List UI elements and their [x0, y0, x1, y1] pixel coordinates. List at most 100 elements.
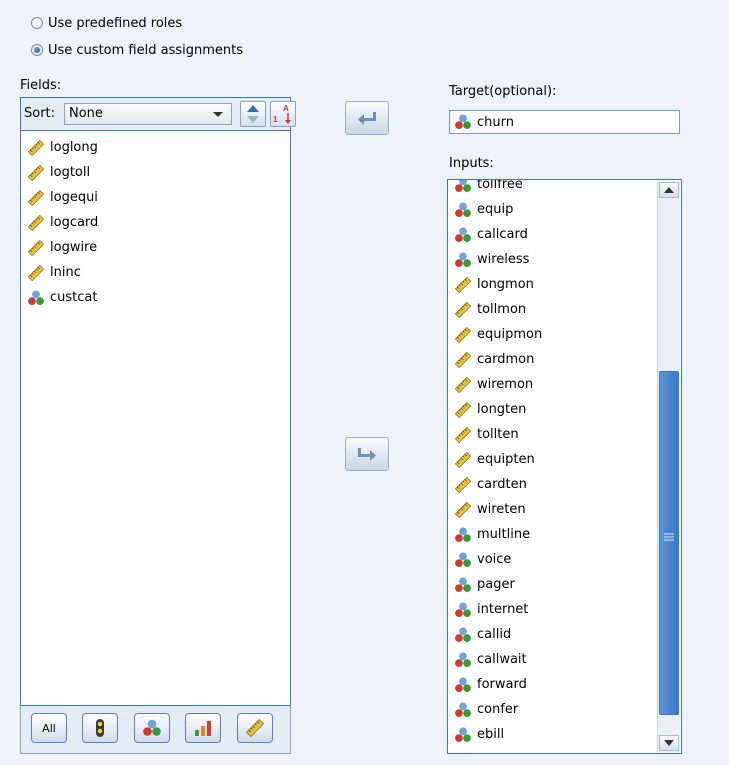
predefined-roles-radio[interactable] [31, 17, 43, 29]
filter-flag-button[interactable] [82, 713, 118, 743]
nominal-icon [454, 576, 472, 594]
field-item[interactable]: lninc [21, 260, 290, 285]
filter-continuous-button[interactable] [237, 713, 273, 743]
input-item[interactable]: forward [448, 672, 657, 697]
input-item[interactable]: equip [448, 197, 657, 222]
ruler-icon [454, 426, 472, 444]
input-item[interactable]: wireless [448, 247, 657, 272]
input-item[interactable]: equipmon [448, 322, 657, 347]
input-item[interactable]: pager [448, 572, 657, 597]
filter-all-button[interactable]: All [31, 713, 67, 743]
input-item-label: callid [477, 627, 512, 642]
input-item[interactable]: tollten [448, 422, 657, 447]
field-item-label: logcard [50, 215, 99, 230]
field-item[interactable]: logtoll [21, 160, 290, 185]
ruler-icon [245, 718, 265, 738]
input-item[interactable]: confer [448, 697, 657, 722]
field-item-label: logwire [50, 240, 98, 255]
grip-icon [664, 533, 674, 541]
nominal-icon [454, 601, 472, 619]
custom-assignments-option[interactable]: Use custom field assignments [31, 40, 243, 60]
chevron-up-icon [664, 187, 674, 193]
ruler-icon [454, 326, 472, 344]
arrow-left-icon [358, 112, 376, 125]
filter-nominal-button[interactable] [134, 713, 170, 743]
input-item[interactable]: longten [448, 397, 657, 422]
field-item[interactable]: logcard [21, 210, 290, 235]
sort-alpha-icon: A 1 [273, 104, 291, 124]
sort-updown-icon [247, 105, 259, 123]
nominal-icon [454, 201, 472, 219]
input-item[interactable]: wiremon [448, 372, 657, 397]
ordinal-bar-icon [195, 721, 211, 736]
chevron-down-icon [213, 112, 223, 117]
field-item[interactable]: custcat [21, 285, 290, 310]
input-item[interactable]: tollmon [448, 297, 657, 322]
ruler-icon [454, 351, 472, 369]
input-item[interactable]: callcard [448, 222, 657, 247]
input-item-label: wiremon [477, 377, 534, 392]
input-item-label: wireless [477, 252, 530, 267]
ruler-icon [454, 401, 472, 419]
nominal-icon [454, 551, 472, 569]
input-item[interactable]: longmon [448, 272, 657, 297]
fields-panel: Sort: None A 1 loglong logtoll logequi logc… [20, 97, 296, 706]
field-item[interactable]: loglong [21, 135, 290, 160]
ruler-icon [27, 239, 45, 257]
field-item-label: logequi [50, 190, 98, 205]
sort-select-value: None [69, 106, 103, 121]
input-item[interactable]: tollfree [448, 179, 657, 197]
input-item-label: wireten [477, 502, 526, 517]
ruler-icon [27, 189, 45, 207]
sort-alpha-button[interactable]: A 1 [270, 101, 296, 127]
input-item-label: cardten [477, 477, 527, 492]
inputs-panel: tollfree equip callcard wireless longmon toll… [447, 179, 682, 754]
filter-ordinal-button[interactable] [185, 713, 221, 743]
nominal-icon [454, 226, 472, 244]
input-item[interactable]: callwait [448, 647, 657, 672]
input-item-label: callwait [477, 652, 527, 667]
field-item[interactable]: logequi [21, 185, 290, 210]
flag-icon [96, 719, 104, 737]
ruler-icon [454, 376, 472, 394]
input-item[interactable]: internet [448, 597, 657, 622]
field-item[interactable]: logwire [21, 235, 290, 260]
input-item-label: voice [477, 552, 512, 567]
field-item-label: custcat [50, 290, 98, 305]
input-item-label: equip [477, 202, 514, 217]
sort-select[interactable]: None [64, 103, 232, 125]
input-item[interactable]: wireten [448, 497, 657, 522]
input-item[interactable]: cardten [448, 472, 657, 497]
ruler-icon [27, 264, 45, 282]
predefined-roles-option[interactable]: Use predefined roles [31, 13, 182, 33]
custom-assignments-radio[interactable] [31, 44, 43, 56]
nominal-icon [454, 701, 472, 719]
input-item[interactable]: cardmon [448, 347, 657, 372]
move-to-fields-button[interactable] [345, 437, 389, 471]
input-item-label: tollfree [477, 179, 523, 192]
field-item-label: lninc [50, 265, 81, 280]
input-item-label: pager [477, 577, 515, 592]
inputs-scrollbar[interactable] [657, 181, 680, 752]
scroll-thumb[interactable] [659, 371, 679, 715]
input-item[interactable]: callid [448, 622, 657, 647]
nominal-icon [454, 180, 472, 194]
nominal-icon [454, 626, 472, 644]
ruler-icon [454, 501, 472, 519]
nominal-icon [455, 114, 471, 130]
input-item[interactable]: voice [448, 547, 657, 572]
move-to-target-button[interactable] [345, 101, 389, 135]
nominal-icon [27, 289, 45, 307]
field-filter-bar: All [20, 706, 291, 754]
chevron-down-icon [664, 740, 674, 746]
ruler-icon [27, 139, 45, 157]
scroll-up-button[interactable] [659, 182, 679, 198]
ruler-icon [27, 164, 45, 182]
input-item[interactable]: multline [448, 522, 657, 547]
input-item[interactable]: equipten [448, 447, 657, 472]
scroll-down-button[interactable] [659, 735, 679, 751]
target-label: Target(optional): [449, 84, 557, 99]
input-item[interactable]: ebill [448, 722, 657, 747]
target-field[interactable]: churn [449, 110, 680, 134]
sort-order-button[interactable] [240, 101, 266, 127]
